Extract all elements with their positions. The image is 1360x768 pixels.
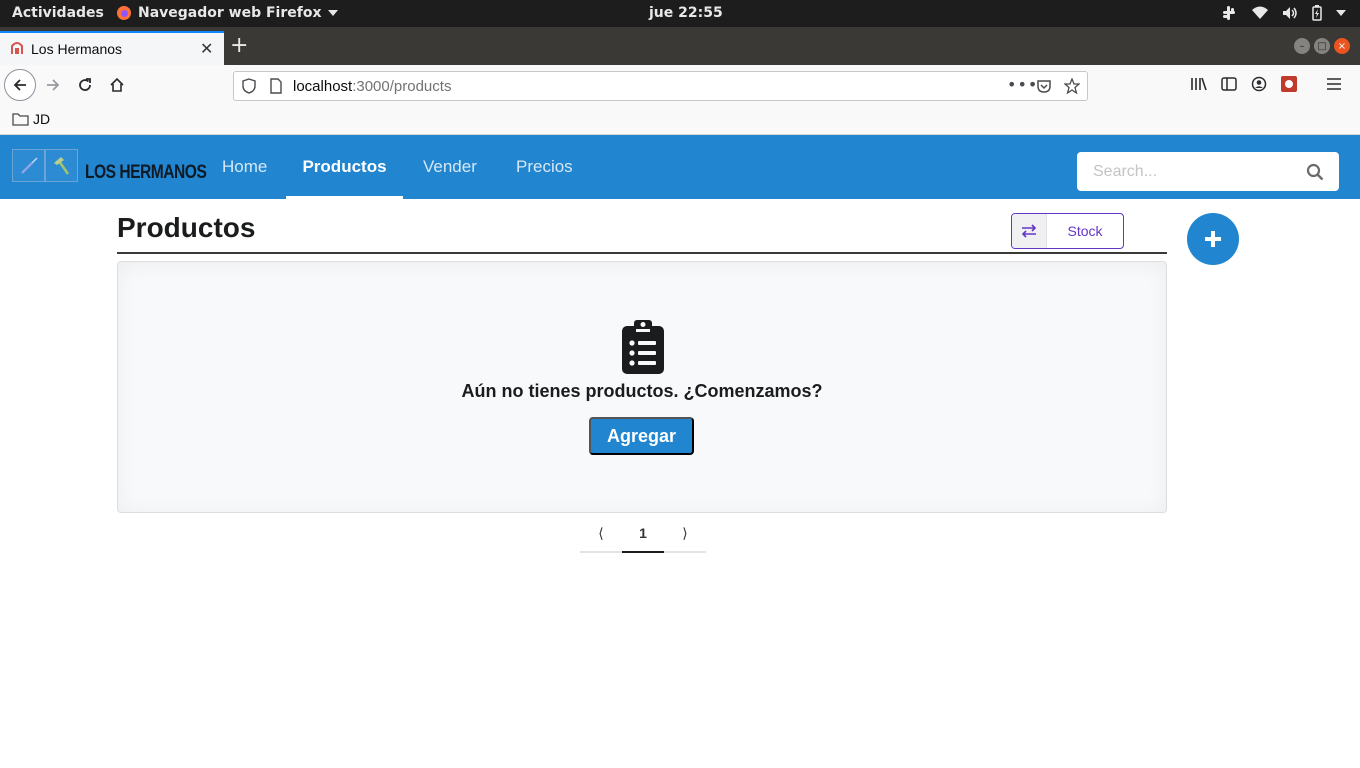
new-tab-button[interactable]: + bbox=[230, 35, 248, 57]
page-title: Productos bbox=[117, 212, 256, 243]
arrow-right-icon bbox=[47, 79, 60, 91]
home-button[interactable] bbox=[101, 69, 133, 101]
bookmark-folder[interactable]: JD bbox=[12, 111, 50, 127]
add-button[interactable]: Agregar bbox=[589, 417, 694, 455]
firefox-icon bbox=[117, 6, 131, 20]
slack-icon bbox=[1223, 6, 1235, 20]
url-bar[interactable]: localhost:3000/products ••• bbox=[233, 71, 1088, 101]
bookmark-label: JD bbox=[33, 111, 51, 127]
stock-button[interactable]: Stock bbox=[1011, 213, 1124, 249]
volume-icon bbox=[1283, 7, 1297, 19]
nav-item-productos[interactable]: Productos bbox=[286, 135, 403, 199]
empty-state-panel: Aún no tienes productos. ¿Comenzamos? Ag… bbox=[117, 261, 1167, 513]
nav-item-precios[interactable]: Precios bbox=[496, 135, 593, 199]
shield-icon[interactable] bbox=[242, 78, 256, 94]
pagination-next[interactable]: ⟩ bbox=[664, 515, 706, 551]
screwdriver-icon bbox=[20, 156, 38, 174]
reload-button[interactable] bbox=[69, 69, 101, 101]
swap-icon-wrapper bbox=[1012, 214, 1047, 248]
folder-icon bbox=[12, 113, 29, 126]
chevron-down-icon bbox=[327, 10, 338, 16]
url-text: localhost:3000/products bbox=[293, 78, 451, 95]
battery-icon bbox=[1312, 5, 1322, 21]
bookmarks-toolbar: JD bbox=[0, 105, 1360, 135]
hammer-icon bbox=[53, 156, 69, 175]
tab-title: Los Hermanos bbox=[31, 41, 123, 57]
pocket-icon[interactable] bbox=[1036, 78, 1052, 94]
brand-name[interactable]: LOS HERMANOS bbox=[85, 162, 207, 184]
page-actions-icon[interactable]: ••• bbox=[1007, 75, 1038, 94]
search-input[interactable] bbox=[1077, 152, 1297, 191]
pagination: ⟨ 1 ⟩ bbox=[580, 515, 706, 553]
extension-icon[interactable] bbox=[1280, 75, 1298, 93]
url-host: localhost bbox=[293, 78, 353, 95]
stock-button-label: Stock bbox=[1067, 223, 1103, 239]
system-tray[interactable] bbox=[1220, 4, 1346, 22]
logo-tool-box bbox=[12, 149, 45, 182]
minimize-button[interactable]: – bbox=[1294, 38, 1310, 54]
add-product-fab[interactable] bbox=[1187, 213, 1239, 265]
star-icon[interactable] bbox=[1064, 78, 1080, 94]
hamburger-menu-icon[interactable] bbox=[1326, 77, 1342, 91]
nav-item-vender[interactable]: Vender bbox=[403, 135, 497, 199]
browser-navigation-bar: localhost:3000/products ••• bbox=[0, 65, 1360, 105]
arrow-left-icon bbox=[13, 79, 26, 91]
logo-tool-box bbox=[45, 149, 78, 182]
home-icon bbox=[110, 77, 124, 92]
toolbar-right bbox=[1190, 75, 1342, 93]
close-window-button[interactable]: × bbox=[1334, 38, 1350, 54]
clipboard-list-icon bbox=[622, 320, 664, 374]
system-top-bar: Actividades Navegador web Firefox jue 22… bbox=[0, 0, 1360, 27]
pagination-prev[interactable]: ⟨ bbox=[580, 515, 622, 551]
title-divider bbox=[117, 252, 1167, 254]
clock[interactable]: jue 22:55 bbox=[649, 5, 723, 21]
wifi-icon bbox=[1252, 6, 1268, 19]
favicon-icon bbox=[11, 42, 23, 54]
app-menu[interactable]: Navegador web Firefox bbox=[116, 5, 338, 21]
library-icon[interactable] bbox=[1190, 76, 1208, 92]
search-icon[interactable] bbox=[1306, 163, 1324, 181]
reload-icon bbox=[79, 78, 91, 91]
browser-tab-strip: Los Hermanos ✕ + – □ × bbox=[0, 27, 1360, 65]
page-icon[interactable] bbox=[270, 78, 282, 94]
chevron-down-icon bbox=[1336, 10, 1346, 16]
search-box bbox=[1077, 152, 1339, 191]
app-header: LOS HERMANOS Home Productos Vender Preci… bbox=[0, 135, 1360, 199]
activities-button[interactable]: Actividades bbox=[12, 5, 104, 21]
browser-tab[interactable]: Los Hermanos ✕ bbox=[0, 31, 224, 65]
pagination-page[interactable]: 1 bbox=[622, 515, 664, 553]
sidebar-icon[interactable] bbox=[1220, 76, 1238, 92]
forward-button[interactable] bbox=[37, 69, 69, 101]
maximize-button[interactable]: □ bbox=[1314, 38, 1330, 54]
plus-icon bbox=[1205, 231, 1221, 247]
back-button[interactable] bbox=[4, 69, 36, 101]
logo[interactable] bbox=[12, 149, 78, 182]
close-tab-icon[interactable]: ✕ bbox=[200, 39, 213, 58]
window-controls: – □ × bbox=[1294, 38, 1350, 54]
account-icon[interactable] bbox=[1250, 76, 1268, 92]
exchange-icon bbox=[1021, 224, 1037, 238]
app-menu-label: Navegador web Firefox bbox=[138, 5, 322, 21]
url-path: :3000/products bbox=[352, 78, 452, 95]
empty-state-message: Aún no tienes productos. ¿Comenzamos? bbox=[461, 381, 823, 401]
nav-item-home[interactable]: Home bbox=[202, 135, 287, 199]
